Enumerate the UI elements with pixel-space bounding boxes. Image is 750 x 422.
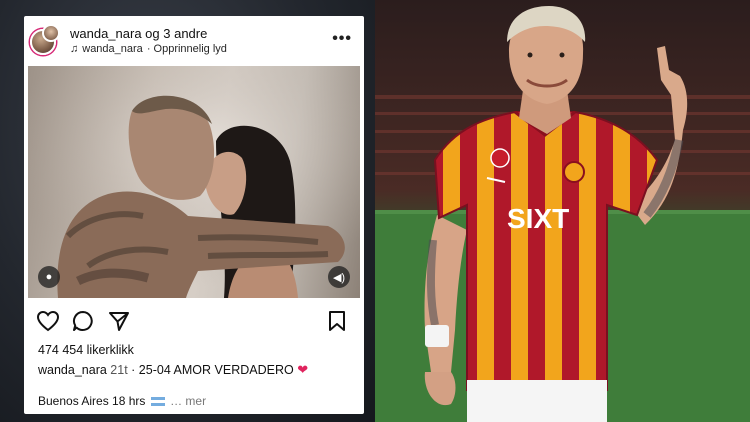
more-link[interactable]: … mer [170,394,206,408]
heart-icon[interactable] [36,310,60,332]
comment-icon[interactable] [72,310,94,332]
player-photo: SIXT [375,0,750,422]
speaker-icon[interactable]: ◀) [328,266,350,288]
caption-text: · 25-04 AMOR VERDADERO [131,363,294,377]
audio-label: · Opprinnelig lyd [146,43,227,55]
heart-emoji: ❤ [297,362,309,377]
caption-location: Buenos Aires 18 hrs [38,394,146,408]
post-header: wanda_nara og 3 andre ♫ wanda_nara · Opp… [24,16,364,64]
instagram-post: wanda_nara og 3 andre ♫ wanda_nara · Opp… [24,16,364,414]
username-line[interactable]: wanda_nara og 3 andre [70,26,207,41]
caption-username[interactable]: wanda_nara [38,363,107,377]
caption-second-line: Buenos Aires 18 hrs … mer [38,394,206,408]
avatar-secondary[interactable] [42,24,60,42]
like-count[interactable]: 474 454 likerklikk [38,343,134,357]
caption-time: 21t [110,363,128,377]
audio-line[interactable]: ♫ wanda_nara · Opprinnelig lyd [70,43,227,55]
audio-user[interactable]: wanda_nara [82,43,143,55]
more-options-button[interactable]: ••• [332,30,352,48]
caption: wanda_nara 21t · 25-04 AMOR VERDADERO ❤ [38,362,308,378]
bookmark-icon[interactable] [328,310,346,332]
galatasaray-player-image: SIXT [375,0,750,422]
post-photo [28,66,360,298]
music-note-icon: ♫ [70,43,79,55]
action-bar [24,306,364,336]
send-icon[interactable] [108,310,130,332]
post-media[interactable]: ● ◀) [28,66,360,298]
argentina-flag-icon [150,397,165,407]
person-icon[interactable]: ● [38,266,60,288]
sponsor-text: SIXT [507,203,569,234]
